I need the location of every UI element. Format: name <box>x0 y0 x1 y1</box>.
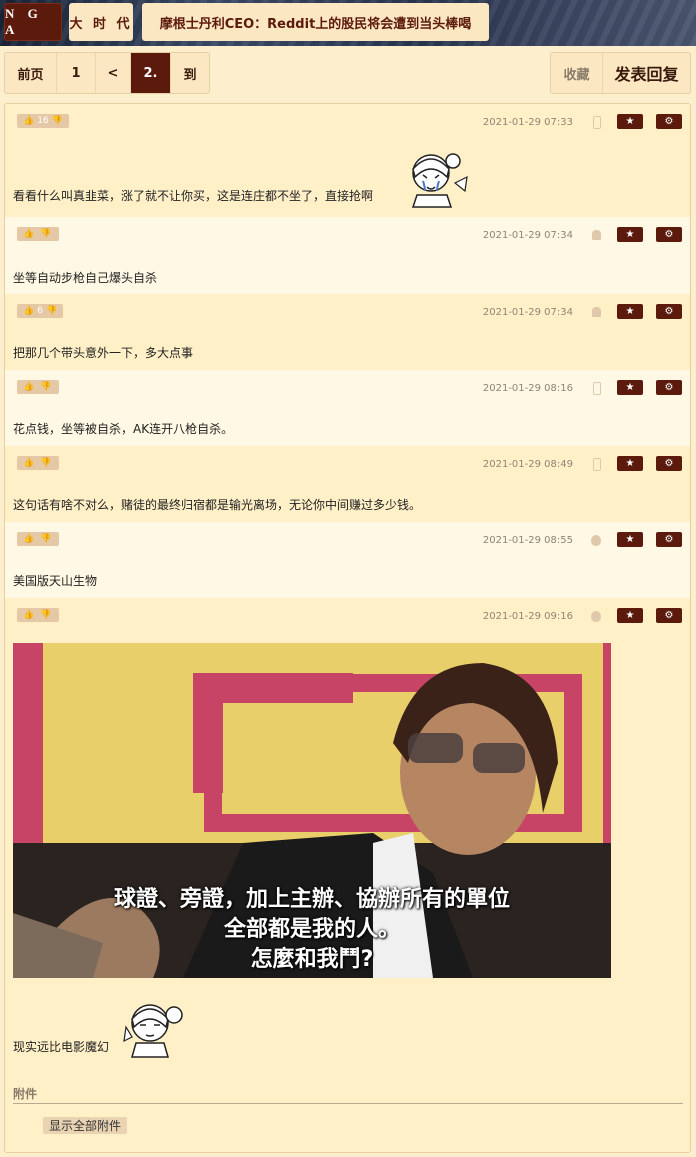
post-item: 👍 👎 2021-01-29 08:55 ★ ⚙ 美国版天山生物 <box>5 522 690 598</box>
apple-icon <box>591 611 601 622</box>
post-time: 2021-01-29 08:55 <box>482 535 573 546</box>
thumb-up-icon[interactable]: 👍 <box>23 458 34 468</box>
page-goto-button[interactable]: 到 <box>171 53 209 93</box>
forum-breadcrumb[interactable]: 大 时 代 <box>69 3 133 41</box>
subtitle-line-1: 球證、旁證，加上主辦、協辦所有的單位 <box>113 887 510 912</box>
thumb-down-icon[interactable]: 👎 <box>40 458 51 468</box>
star-button[interactable]: ★ <box>617 304 643 319</box>
post-item: 👍 👎 2021-01-29 08:16 ★ ⚙ 花点钱，坐等被自杀，AK连开八… <box>5 370 690 446</box>
thumb-down-icon[interactable]: 👎 <box>40 610 51 620</box>
thumb-up-icon[interactable]: 👍 <box>23 534 34 544</box>
post-time: 2021-01-29 08:16 <box>482 383 573 394</box>
smug-sticker-image <box>123 1004 183 1058</box>
star-button[interactable]: ★ <box>617 608 643 623</box>
post-item: 👍 👎 2021-01-29 08:49 ★ ⚙ 这句话有啥不对么，赌徒的最终归… <box>5 446 690 522</box>
apple-icon <box>591 535 601 546</box>
gear-button[interactable]: ⚙ <box>656 532 682 547</box>
attachments-label: 附件 <box>13 1087 38 1101</box>
vote-count: 6 <box>37 306 43 316</box>
star-button[interactable]: ★ <box>617 227 643 242</box>
pagination: 前页 1 < 2. 到 <box>4 52 210 94</box>
vote-widget[interactable]: 👍 👎 <box>17 380 59 394</box>
post-content: 美国版天山生物 <box>13 574 98 588</box>
post-item: 👍 👎 2021-01-29 07:34 ★ ⚙ 坐等自动步枪自己爆头自杀 <box>5 217 690 294</box>
post-time: 2021-01-29 09:16 <box>482 611 573 622</box>
thumb-down-icon[interactable]: 👎 <box>40 534 51 544</box>
post-content: 把那几个带头意外一下，多大点事 <box>13 346 194 360</box>
thread-title-breadcrumb[interactable]: 摩根士丹利CEO：Reddit上的股民将会遭到当头棒喝 <box>142 3 489 41</box>
vote-widget[interactable]: 👍 👎 <box>17 608 59 622</box>
thumb-up-icon[interactable]: 👍 <box>23 382 34 392</box>
attachments-divider <box>13 1103 683 1104</box>
star-button[interactable]: ★ <box>617 380 643 395</box>
reply-button[interactable]: 发表回复 <box>603 53 690 93</box>
star-button[interactable]: ★ <box>617 456 643 471</box>
android-icon <box>592 230 601 240</box>
thumb-down-icon[interactable]: 👎 <box>52 116 63 126</box>
post-time: 2021-01-29 08:49 <box>482 459 573 470</box>
page-prev-button[interactable]: < <box>96 53 131 93</box>
thumb-down-icon[interactable]: 👎 <box>46 306 57 316</box>
post-item: 👍 6 👎 2021-01-29 07:34 ★ ⚙ 把那几个带头意外一下，多大… <box>5 294 690 370</box>
gear-button[interactable]: ⚙ <box>656 227 682 242</box>
post-time: 2021-01-29 07:34 <box>482 307 573 318</box>
movie-still-image[interactable]: 球證、旁證，加上主辦、協辦所有的單位 全部都是我的人。 怎麼和我鬥? <box>13 643 611 978</box>
thumb-up-icon[interactable]: 👍 <box>23 306 34 316</box>
thumb-up-icon[interactable]: 👍 <box>23 610 34 620</box>
vote-widget[interactable]: 👍 6 👎 <box>17 304 64 318</box>
vote-widget[interactable]: 👍 👎 <box>17 227 59 241</box>
thumb-up-icon[interactable]: 👍 <box>23 229 34 239</box>
subtitle-line-2: 全部都是我的人。 <box>223 917 400 942</box>
post-content: 这句话有啥不对么，赌徒的最终归宿都是输光离场，无论你中间赚过多少钱。 <box>13 498 422 512</box>
star-button[interactable]: ★ <box>617 532 643 547</box>
nga-logo-link[interactable]: N G A <box>4 3 62 41</box>
android-icon <box>592 307 601 317</box>
vote-widget[interactable]: 👍 16 👎 <box>17 114 69 128</box>
post-time: 2021-01-29 07:33 <box>482 117 573 128</box>
crying-sticker-image <box>411 153 468 208</box>
show-all-attachments-button[interactable]: 显示全部附件 <box>43 1117 128 1134</box>
phone-icon <box>593 382 601 395</box>
post-list: 👍 16 👎 2021-01-29 07:33 ★ ⚙ 看看什么叫真韭菜，涨了就… <box>4 103 691 1153</box>
gear-button[interactable]: ⚙ <box>656 304 682 319</box>
phone-icon <box>593 458 601 471</box>
gear-button[interactable]: ⚙ <box>656 114 682 129</box>
post-item: 👍 16 👎 2021-01-29 07:33 ★ ⚙ 看看什么叫真韭菜，涨了就… <box>5 104 690 217</box>
post-content: 现实远比电影魔幻 <box>13 1040 110 1054</box>
thumb-down-icon[interactable]: 👎 <box>40 229 51 239</box>
vote-widget[interactable]: 👍 👎 <box>17 532 59 546</box>
star-button[interactable]: ★ <box>617 114 643 129</box>
phone-icon <box>593 116 601 129</box>
vote-count: 16 <box>37 116 49 126</box>
post-content: 坐等自动步枪自己爆头自杀 <box>13 271 158 285</box>
post-content: 看看什么叫真韭菜，涨了就不让你买，这是连庄都不坐了，直接抢啊 <box>13 189 374 203</box>
thumb-down-icon[interactable]: 👎 <box>40 382 51 392</box>
post-content: 花点钱，坐等被自杀，AK连开八枪自杀。 <box>13 422 234 436</box>
gear-button[interactable]: ⚙ <box>656 608 682 623</box>
page-1-button[interactable]: 1 <box>57 53 96 93</box>
gear-button[interactable]: ⚙ <box>656 380 682 395</box>
subtitle-line-3: 怎麼和我鬥? <box>250 947 374 972</box>
page-current: 2. <box>131 53 171 93</box>
page-first-button[interactable]: 前页 <box>5 53 57 93</box>
vote-widget[interactable]: 👍 👎 <box>17 456 59 470</box>
thumb-up-icon[interactable]: 👍 <box>23 116 34 126</box>
thread-actions: 收藏 发表回复 <box>550 52 691 94</box>
favorite-button[interactable]: 收藏 <box>551 53 603 93</box>
post-time: 2021-01-29 07:34 <box>482 230 573 241</box>
gear-button[interactable]: ⚙ <box>656 456 682 471</box>
